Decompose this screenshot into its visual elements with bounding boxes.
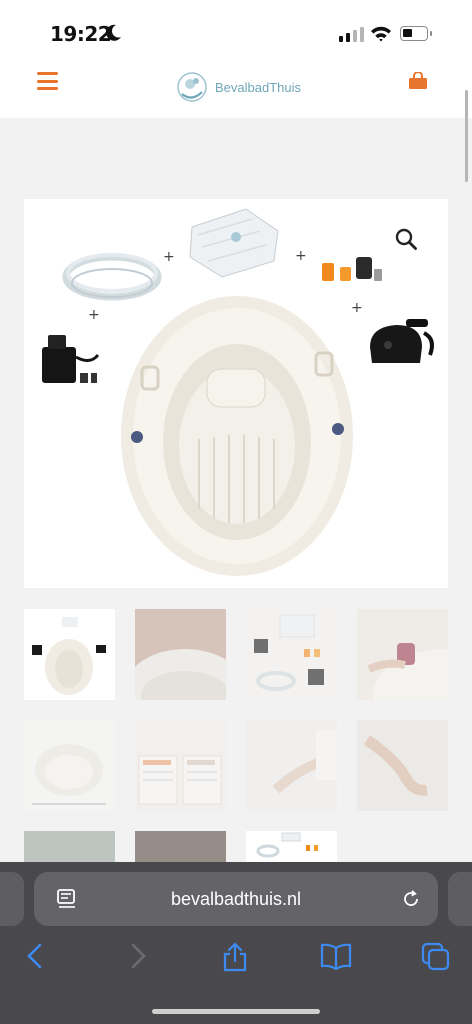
status-time: 19:22 <box>50 22 112 46</box>
thumb-dark-room[interactable] <box>135 831 226 862</box>
browser-toolbar: bevalbadthuis.nl <box>0 862 472 1024</box>
plus-sign: + <box>351 300 363 316</box>
plus-sign: + <box>163 249 175 265</box>
site-header: BevalbadThuis <box>0 70 472 118</box>
status-bar: 19:22 <box>0 0 472 70</box>
battery-icon <box>400 26 432 41</box>
thumb-dimensions[interactable] <box>24 720 115 811</box>
magnifier-icon[interactable] <box>395 228 417 250</box>
moon-icon <box>106 24 121 41</box>
address-bar[interactable]: bevalbadthuis.nl <box>34 872 438 926</box>
bookmarks-icon[interactable] <box>320 942 352 970</box>
thumb-hand-pool[interactable] <box>246 720 337 811</box>
reload-icon[interactable] <box>401 889 421 909</box>
thumb-accessories[interactable] <box>246 609 337 700</box>
plus-sign: + <box>295 248 307 264</box>
thumb-product-set[interactable] <box>24 609 115 700</box>
site-logo[interactable]: BevalbadThuis <box>175 70 301 104</box>
hose-connectors <box>322 257 382 281</box>
product-composite <box>42 208 434 576</box>
thumb-product-set-2[interactable] <box>246 831 337 862</box>
plus-sign: + <box>88 307 100 323</box>
pool-liner <box>189 208 279 278</box>
product-main-image[interactable]: + + + + <box>24 199 448 588</box>
logo-text: BevalbadThuis <box>215 79 301 95</box>
previous-tab-preview[interactable] <box>0 872 24 926</box>
wifi-icon <box>371 26 391 42</box>
air-pump <box>370 319 434 363</box>
next-tab-preview[interactable] <box>448 872 472 926</box>
thumb-infographic[interactable] <box>135 720 226 811</box>
shopping-bag-icon[interactable] <box>408 72 428 90</box>
forward-icon[interactable] <box>127 942 149 970</box>
thumb-hand-cup[interactable] <box>357 609 448 700</box>
water-pump <box>42 335 100 383</box>
share-icon[interactable] <box>222 942 248 972</box>
thumb-window-room[interactable] <box>24 831 115 862</box>
inflatable-birth-pool <box>121 296 353 576</box>
thumb-arm-pool[interactable] <box>357 720 448 811</box>
tabs-icon[interactable] <box>421 942 451 972</box>
cellular-signal-icon <box>339 27 364 42</box>
home-indicator[interactable] <box>152 1009 320 1014</box>
logo-mark-icon <box>177 72 207 102</box>
url-text[interactable]: bevalbadthuis.nl <box>34 889 438 910</box>
water-hose <box>62 253 162 301</box>
thumb-pool-edge[interactable] <box>135 609 226 700</box>
page-scrollbar[interactable] <box>465 90 468 182</box>
back-icon[interactable] <box>24 942 46 970</box>
hamburger-menu-icon[interactable] <box>37 72 58 90</box>
